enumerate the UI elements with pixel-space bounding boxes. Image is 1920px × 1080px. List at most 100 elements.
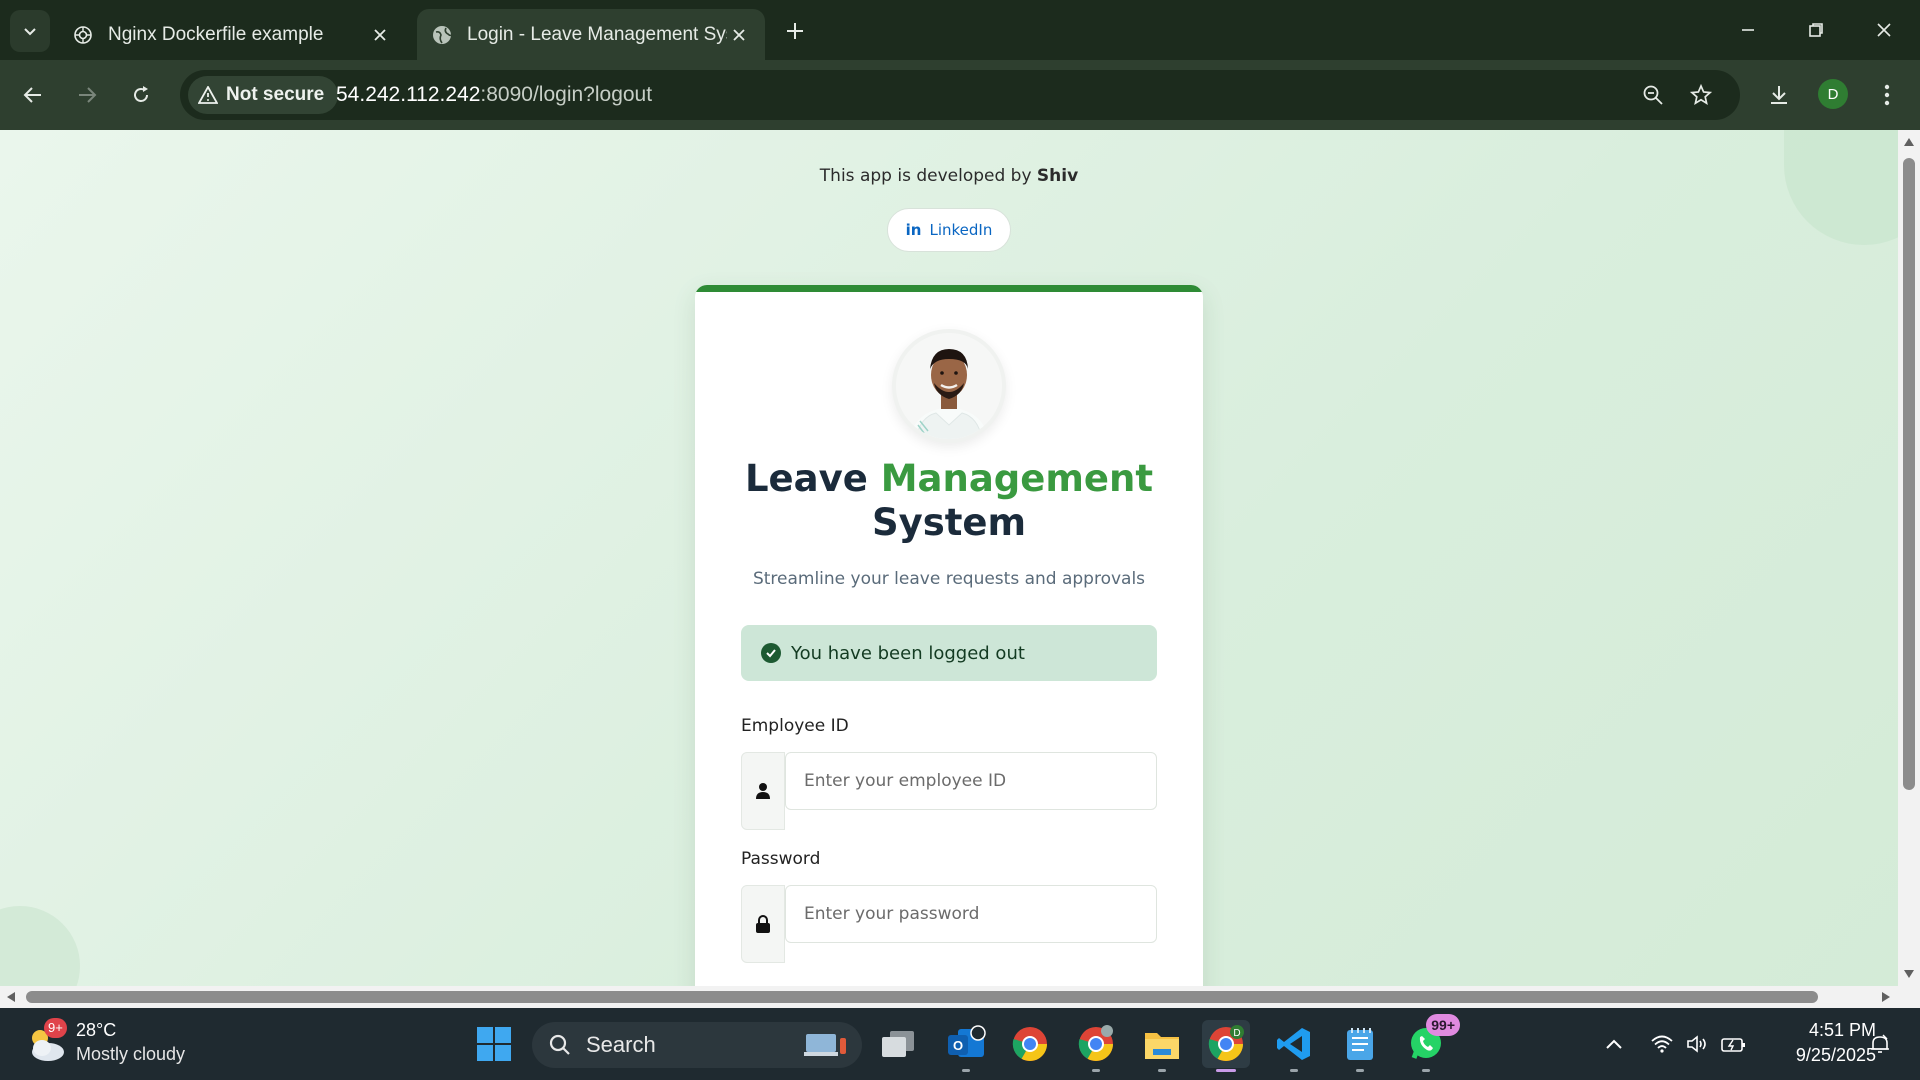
taskbar-search[interactable]: Search <box>532 1022 862 1068</box>
notepad-app[interactable] <box>1336 1020 1384 1072</box>
app-indicator <box>1422 1069 1430 1072</box>
developer-prefix: This app is developed by <box>819 166 1037 186</box>
weather-badge: 9+ <box>44 1018 67 1038</box>
minimize-button[interactable] <box>1720 8 1776 52</box>
tab-login[interactable]: Login - Leave Management System <box>417 9 765 60</box>
show-hidden-icons-button[interactable] <box>1600 1030 1628 1058</box>
security-label: Not secure <box>226 84 325 105</box>
weather-widget[interactable]: 9+ 28°C Mostly cloudy <box>24 1018 224 1070</box>
chrome-app[interactable] <box>1006 1020 1054 1068</box>
password-group <box>741 885 1157 965</box>
task-view-icon <box>882 1031 914 1057</box>
app-indicator <box>1158 1069 1166 1072</box>
linkedin-label: LinkedIn <box>929 221 993 239</box>
chrome-profile-badge: D <box>1233 1028 1240 1039</box>
whatsapp-app[interactable]: 99+ <box>1402 1014 1460 1072</box>
weather-description: Mostly cloudy <box>76 1044 186 1064</box>
menu-button[interactable] <box>1866 74 1908 116</box>
close-window-button[interactable] <box>1856 8 1912 52</box>
vscode-app[interactable] <box>1270 1020 1318 1072</box>
plus-icon <box>787 23 803 39</box>
horizontal-scrollbar[interactable] <box>0 986 1898 1008</box>
windows-taskbar: 9+ 28°C Mostly cloudy Search O D 99+ 4:5… <box>0 1008 1920 1080</box>
user-icon <box>741 752 785 830</box>
notification-bell-icon[interactable] <box>1866 1030 1894 1058</box>
active-app-indicator <box>1216 1069 1236 1072</box>
download-icon <box>1771 86 1787 104</box>
taskbar-clock[interactable]: 4:51 PM 9/25/2025 <box>1756 1018 1876 1068</box>
file-explorer-app[interactable] <box>1138 1020 1186 1072</box>
new-tab-button[interactable] <box>778 14 812 48</box>
scroll-down-icon[interactable] <box>1902 968 1916 980</box>
bookmark-star-icon[interactable] <box>1684 78 1718 112</box>
employee-id-label: Employee ID <box>741 716 849 736</box>
scroll-left-icon[interactable] <box>5 990 17 1004</box>
developer-photo <box>892 329 1006 443</box>
alert-message: You have been logged out <box>791 642 1025 664</box>
chrome-profile-app[interactable] <box>1072 1020 1120 1072</box>
vertical-scroll-thumb[interactable] <box>1903 158 1915 790</box>
developer-name: Shiv <box>1036 166 1079 186</box>
tab-search-button[interactable] <box>10 10 50 52</box>
app-indicator <box>1092 1069 1100 1072</box>
decorative-circle <box>0 906 80 986</box>
start-button[interactable] <box>470 1020 518 1068</box>
task-view-button[interactable] <box>874 1020 922 1068</box>
url-path: :8090/login?logout <box>480 83 653 106</box>
reload-button[interactable] <box>120 74 162 116</box>
close-icon <box>1877 23 1891 37</box>
lock-icon <box>741 885 785 963</box>
downloads-button[interactable] <box>1758 74 1800 116</box>
employee-id-input[interactable] <box>785 752 1157 810</box>
forward-button[interactable] <box>66 74 108 116</box>
volume-icon[interactable] <box>1684 1030 1712 1058</box>
battery-icon[interactable] <box>1720 1030 1748 1058</box>
tab-strip: Nginx Dockerfile example Login - Leave M… <box>0 0 1920 60</box>
warning-icon <box>198 86 218 104</box>
close-tab-icon[interactable] <box>368 23 392 47</box>
search-label: Search <box>586 1032 656 1057</box>
address-bar[interactable]: Not secure 54.242.112.242:8090/login?log… <box>180 70 1740 120</box>
card-accent-bar <box>695 285 1203 292</box>
notepad-icon <box>1347 1028 1373 1060</box>
chrome-active-app[interactable]: D <box>1202 1020 1250 1072</box>
horizontal-scroll-thumb[interactable] <box>26 991 1818 1003</box>
chrome-icon <box>1078 1025 1113 1061</box>
title-part-2: Management <box>880 457 1154 500</box>
vertical-scrollbar[interactable] <box>1898 130 1920 986</box>
zoom-icon[interactable] <box>1636 78 1670 112</box>
reload-icon <box>134 86 148 102</box>
close-tab-icon[interactable] <box>727 23 751 47</box>
profile-avatar[interactable]: D <box>1818 79 1848 109</box>
scroll-right-icon[interactable] <box>1880 990 1892 1004</box>
employee-id-group <box>741 752 1157 832</box>
scroll-up-icon[interactable] <box>1902 136 1916 148</box>
wifi-icon[interactable] <box>1648 1030 1676 1058</box>
folder-icon <box>1145 1033 1179 1059</box>
chrome-icon: D <box>1208 1025 1244 1061</box>
outlook-app[interactable]: O <box>942 1020 990 1072</box>
password-input[interactable] <box>785 885 1157 943</box>
app-indicator <box>1290 1069 1298 1072</box>
app-indicator <box>1356 1069 1364 1072</box>
browser-toolbar: Not secure 54.242.112.242:8090/login?log… <box>0 60 1920 130</box>
whatsapp-badge: 99+ <box>1426 1014 1460 1036</box>
logout-alert: You have been logged out <box>741 625 1157 681</box>
tab-title: Login - Leave Management System <box>467 23 727 45</box>
url-text: 54.242.112.242:8090/login?logout <box>336 70 652 120</box>
restore-button[interactable] <box>1788 8 1844 52</box>
title-part-1: Leave <box>744 457 881 500</box>
password-label: Password <box>741 849 821 869</box>
tab-nginx-dockerfile[interactable]: Nginx Dockerfile example <box>58 9 406 60</box>
check-circle-icon <box>761 643 781 663</box>
arrow-left-icon <box>23 87 41 103</box>
chevron-up-icon <box>1606 1039 1622 1049</box>
search-icon <box>549 1034 570 1055</box>
windows-logo-icon <box>477 1027 511 1061</box>
page-title: Leave Management System <box>695 457 1203 545</box>
clock-time: 4:51 PM <box>1808 1020 1876 1040</box>
linkedin-button[interactable]: in LinkedIn <box>887 208 1011 252</box>
back-button[interactable] <box>12 74 54 116</box>
login-card: Leave Management System Streamline your … <box>695 285 1203 986</box>
security-chip[interactable]: Not secure <box>188 76 339 114</box>
